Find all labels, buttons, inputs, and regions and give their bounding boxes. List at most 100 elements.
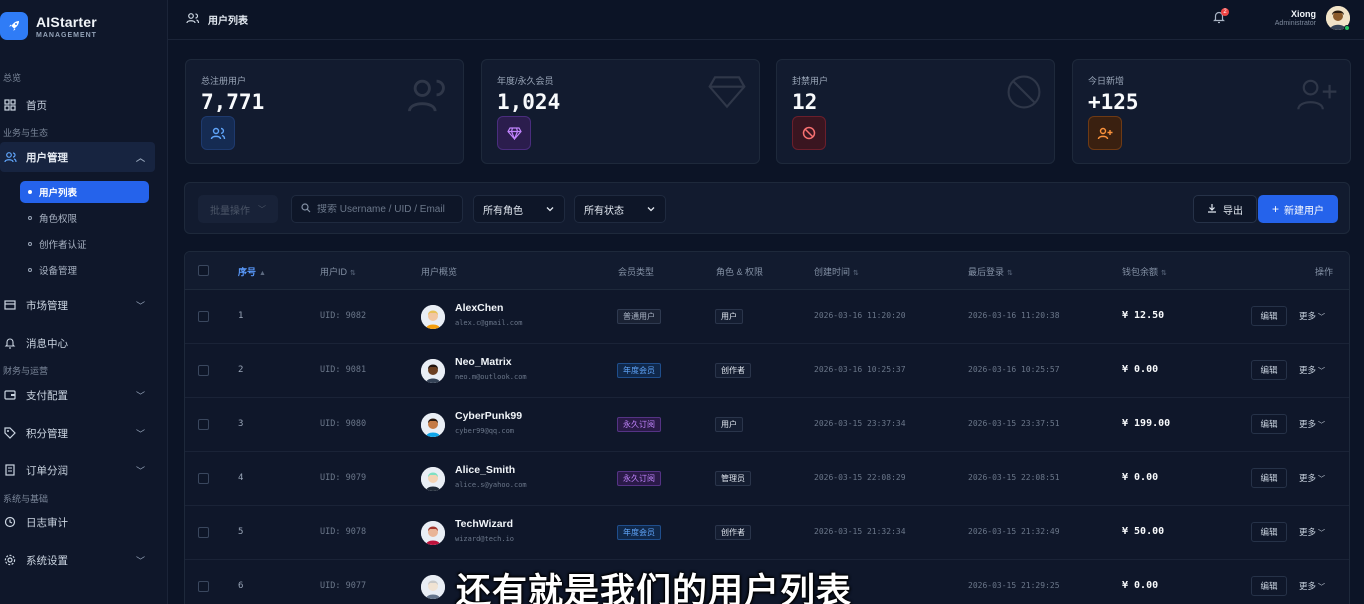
top-header: 用户列表 2 Xiong Administrator [168,0,1364,40]
search-input[interactable] [317,203,457,215]
column-header-actions: 操作 [1315,267,1334,277]
column-header-uid[interactable]: 用户ID ⇅ [320,265,356,278]
member-type-badge: 年度会员 [617,525,661,540]
row-checkbox[interactable] [198,311,209,322]
sidebar-item-label: 市场管理 [26,299,68,312]
role-filter-select[interactable]: 所有角色 [473,195,565,223]
chevron-down-icon: ﹀ [135,465,145,476]
edit-button[interactable]: 编辑 [1251,360,1287,380]
role-badge: 创作者 [715,525,751,540]
row-created: 2026-03-16 11:20:20 [814,311,906,320]
table-row[interactable]: 2 UID: 9081 Neo_Matrix neo.m@outlook.com… [185,344,1349,398]
sidebar-sub-creator-verify[interactable]: 创作者认证 [20,233,149,255]
table-row[interactable]: 4 UID: 9079 Alice_Smith alice.s@yahoo.co… [185,452,1349,506]
edit-button[interactable]: 编辑 [1251,522,1287,542]
brand[interactable]: AIStarter MANAGEMENT [0,6,97,46]
row-username[interactable]: Neo_Matrix [455,356,512,368]
column-header-last-login[interactable]: 最后登录 ⇅ [968,265,1013,278]
status-filter-value: 所有状态 [584,205,624,217]
sidebar-item-settings[interactable]: 系统设置 ﹀ [0,545,155,575]
chevron-down-icon: ﹀ [1318,476,1326,483]
plus-icon: + [1271,202,1279,216]
sidebar-sub-label: 创作者认证 [39,240,87,251]
chevron-up-icon: ︿ [135,152,145,163]
select-all-checkbox[interactable] [198,265,209,276]
row-checkbox[interactable] [198,527,209,538]
search-box[interactable] [291,195,463,223]
row-uid: UID: 9081 [320,365,367,375]
column-header-wallet[interactable]: 钱包余额 ⇅ [1122,265,1167,278]
more-button[interactable]: 更多 ﹀ [1299,472,1325,484]
bullet-icon [28,242,32,246]
table-header: 序号 ▲ 用户ID ⇅ 用户概览 会员类型 角色 & 权限 创建时间 ⇅ 最后登录 ⇅ … [185,252,1349,290]
table-row[interactable]: 3 UID: 9080 CyberPunk99 cyber99@qq.com 永… [185,398,1349,452]
status-filter-select[interactable]: 所有状态 [574,195,666,223]
new-user-button[interactable]: + 新建用户 [1258,195,1338,223]
chevron-down-icon: ﹀ [1318,314,1326,321]
sidebar-item-market[interactable]: 市场管理 ﹀ [0,290,155,320]
user-table: 序号 ▲ 用户ID ⇅ 用户概览 会员类型 角色 & 权限 创建时间 ⇅ 最后登录 ⇅ … [184,251,1350,604]
column-header-index[interactable]: 序号 ▲ [238,265,266,278]
more-button[interactable]: 更多 ﹀ [1299,418,1325,430]
notification-badge: 2 [1221,8,1229,16]
chevron-down-icon: ﹀ [1318,368,1326,375]
stat-value: 7,771 [201,90,265,114]
more-button[interactable]: 更多 ﹀ [1299,526,1325,538]
sidebar-item-points[interactable]: 积分管理 ﹀ [0,418,155,448]
more-button[interactable]: 更多 ﹀ [1299,310,1325,322]
edit-button[interactable]: 编辑 [1251,306,1287,326]
online-status-dot [1344,25,1350,31]
edit-button[interactable]: 编辑 [1251,576,1287,596]
grid-icon [3,98,17,112]
table-row[interactable]: 5 UID: 9078 TechWizard wizard@tech.io 年度… [185,506,1349,560]
sidebar-item-user-management[interactable]: 用户管理 ︿ [0,142,155,172]
more-button[interactable]: 更多 ﹀ [1299,580,1325,592]
row-last-login: 2026-03-15 21:32:49 [968,527,1060,536]
sidebar-item-label: 日志审计 [26,516,68,529]
sidebar-item-home[interactable]: 首页 [0,90,155,120]
filter-toolbar: 批量操作 ﹀ 所有角色 所有状态 导出 + 新建用户 [184,182,1350,234]
row-checkbox[interactable] [198,581,209,592]
batch-actions-button[interactable]: 批量操作 ﹀ [198,195,278,223]
row-uid: UID: 9079 [320,473,367,483]
row-checkbox[interactable] [198,473,209,484]
sidebar-item-orders[interactable]: 订单分润 ﹀ [0,455,155,485]
page-title: 用户列表 [208,16,248,27]
row-uid: UID: 9080 [320,419,367,429]
notifications-button[interactable]: 2 [1212,8,1229,27]
chevron-down-icon [646,204,656,217]
export-button[interactable]: 导出 [1193,195,1257,223]
ban-icon [792,116,826,150]
sidebar-sub-user-list[interactable]: 用户列表 [20,181,149,203]
stat-value: 12 [792,90,818,114]
row-checkbox[interactable] [198,419,209,430]
row-username[interactable]: CyberPunk99 [455,410,522,422]
avatar [421,359,445,383]
stat-card-new-today: 今日新增 +125 [1072,59,1351,164]
sidebar-item-messages[interactable]: 消息中心 [0,328,155,358]
role-badge: 管理员 [715,471,751,486]
row-checkbox[interactable] [198,365,209,376]
row-username[interactable]: AlexChen [455,302,503,314]
edit-button[interactable]: 编辑 [1251,468,1287,488]
export-label: 导出 [1223,205,1243,217]
avatar [421,575,445,599]
row-email: alex.c@gmail.com [455,319,523,327]
sidebar-item-payment[interactable]: 支付配置 ﹀ [0,380,155,410]
more-button[interactable]: 更多 ﹀ [1299,364,1325,376]
users-icon [186,12,200,27]
sidebar-sub-devices[interactable]: 设备管理 [20,259,149,281]
sidebar-sub-roles[interactable]: 角色权限 [20,207,149,229]
user-name[interactable]: Xiong [1291,9,1316,19]
nav-section-overview: 总览 [3,73,22,83]
edit-button[interactable]: 编辑 [1251,414,1287,434]
table-row[interactable]: 1 UID: 9082 AlexChen alex.c@gmail.com 普通… [185,290,1349,344]
ban-icon [1006,74,1042,113]
row-username[interactable]: Alice_Smith [455,464,515,476]
column-header-created[interactable]: 创建时间 ⇅ [814,265,859,278]
row-wallet: ¥ 0.00 [1122,364,1159,375]
row-index: 6 [238,581,244,591]
row-username[interactable]: TechWizard [455,518,513,530]
avatar [421,521,445,545]
sidebar-item-audit-log[interactable]: 日志审计 [0,507,155,537]
